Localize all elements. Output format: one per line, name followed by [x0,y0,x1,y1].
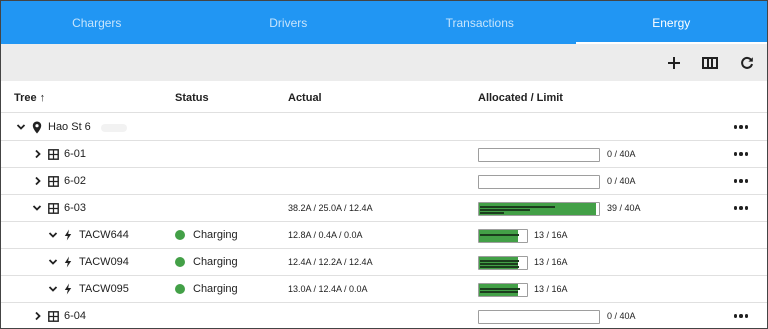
panel-icon [48,141,59,167]
actual-current: 12.4A / 12.2A / 12.4A [288,257,373,267]
status-text: Charging [193,229,238,241]
actual-current: 13.0A / 12.4A / 0.0A [288,284,368,294]
actual-current: 12.8A / 0.4A / 0.0A [288,230,363,240]
allocation-bar [478,148,600,162]
columns-icon [702,57,718,69]
tab-chargers[interactable]: Chargers [1,1,193,44]
phase-line-2 [480,209,530,211]
allocation-value: 0 / 40A [607,311,636,321]
location-pin-icon [32,114,42,140]
circuit-name: 6-02 [64,175,87,187]
status-dot-icon [175,284,185,294]
more-options-button[interactable] [733,147,749,161]
chevron-right-icon[interactable] [33,168,43,194]
tab-drivers[interactable]: Drivers [193,1,385,44]
phase-line-1 [480,260,519,262]
charger-name: TACW095 [79,283,129,295]
chevron-down-icon[interactable] [48,249,58,275]
chevron-down-icon[interactable] [48,276,58,302]
phase-line-1 [480,206,555,208]
table-row[interactable]: TACW094 Charging 12.4A / 12.2A / 12.4A 1… [1,249,767,276]
allocated-header: Allocated / Limit [478,92,563,104]
refresh-button[interactable] [737,53,757,73]
allocation-bar [478,283,528,297]
panel-icon [48,168,59,194]
chevron-right-icon[interactable] [33,141,43,167]
charger-name: TACW094 [79,256,129,268]
table-row[interactable]: 6-03 38.2A / 25.0A / 12.4A 39 / 40A [1,195,767,222]
table-row[interactable]: 6-02 0 / 40A [1,168,767,195]
allocation-bar [478,310,600,324]
columns-button[interactable] [700,53,720,73]
allocation-value: 39 / 40A [607,203,641,213]
tab-energy[interactable]: Energy [575,1,768,44]
table-row[interactable]: 6-01 0 / 40A [1,141,767,168]
plus-icon [668,57,680,69]
chevron-right-icon[interactable] [33,303,43,328]
charger-name: TACW644 [79,229,129,241]
allocation-value: 13 / 16A [534,257,568,267]
status-dot-icon [175,257,185,267]
status-dot-icon [175,230,185,240]
table-row[interactable]: Hao St 6 [1,114,767,141]
chevron-down-icon[interactable] [16,114,26,140]
tab-transactions[interactable]: Transactions [384,1,576,44]
lightning-icon [64,222,72,248]
toolbar [1,44,767,81]
redacted-text [101,124,127,132]
table-row[interactable]: TACW644 Charging 12.8A / 0.4A / 0.0A 13 … [1,222,767,249]
more-options-button[interactable] [733,201,749,215]
energy-panel: Chargers Drivers Transactions Energy Tre… [0,0,768,329]
allocation-bar [478,175,600,189]
lightning-icon [64,276,72,302]
status-cell: Charging [175,222,238,248]
phase-line-1 [480,234,519,236]
lightning-icon [64,249,72,275]
phase-line-2 [480,263,518,265]
tab-bar: Chargers Drivers Transactions Energy [1,1,767,44]
table-header: Tree ↑ Status Actual Allocated / Limit [1,81,767,113]
allocation-value: 13 / 16A [534,284,568,294]
more-options-button[interactable] [733,309,749,323]
allocation-value: 13 / 16A [534,230,568,240]
circuit-name: 6-01 [64,148,87,160]
phase-line-3 [480,212,504,214]
table-row[interactable]: 6-04 0 / 40A [1,303,767,328]
allocation-bar [478,229,528,243]
tree-header[interactable]: Tree ↑ [14,92,45,104]
panel-icon [48,195,59,221]
allocation-bar [478,202,600,216]
status-header: Status [175,92,209,104]
status-text: Charging [193,256,238,268]
phase-line-3 [480,266,519,268]
allocation-value: 0 / 40A [607,149,636,159]
status-cell: Charging [175,276,238,302]
status-text: Charging [193,283,238,295]
status-cell: Charging [175,249,238,275]
allocation-bar [478,256,528,270]
refresh-icon [741,56,753,69]
circuit-name: 6-04 [64,310,87,322]
chevron-down-icon[interactable] [48,222,58,248]
circuit-name: 6-03 [64,202,87,214]
phase-line-1 [480,288,520,290]
panel-icon [48,303,59,328]
actual-current: 38.2A / 25.0A / 12.4A [288,203,373,213]
chevron-down-icon[interactable] [32,195,42,221]
table-row[interactable]: TACW095 Charging 13.0A / 12.4A / 0.0A 13… [1,276,767,303]
actual-header: Actual [288,92,322,104]
more-options-button[interactable] [733,120,749,134]
location-name: Hao St 6 [48,121,91,133]
add-button[interactable] [664,53,684,73]
sort-up-icon: ↑ [39,92,46,104]
more-options-button[interactable] [733,174,749,188]
phase-line-2 [480,291,518,293]
allocation-value: 0 / 40A [607,176,636,186]
